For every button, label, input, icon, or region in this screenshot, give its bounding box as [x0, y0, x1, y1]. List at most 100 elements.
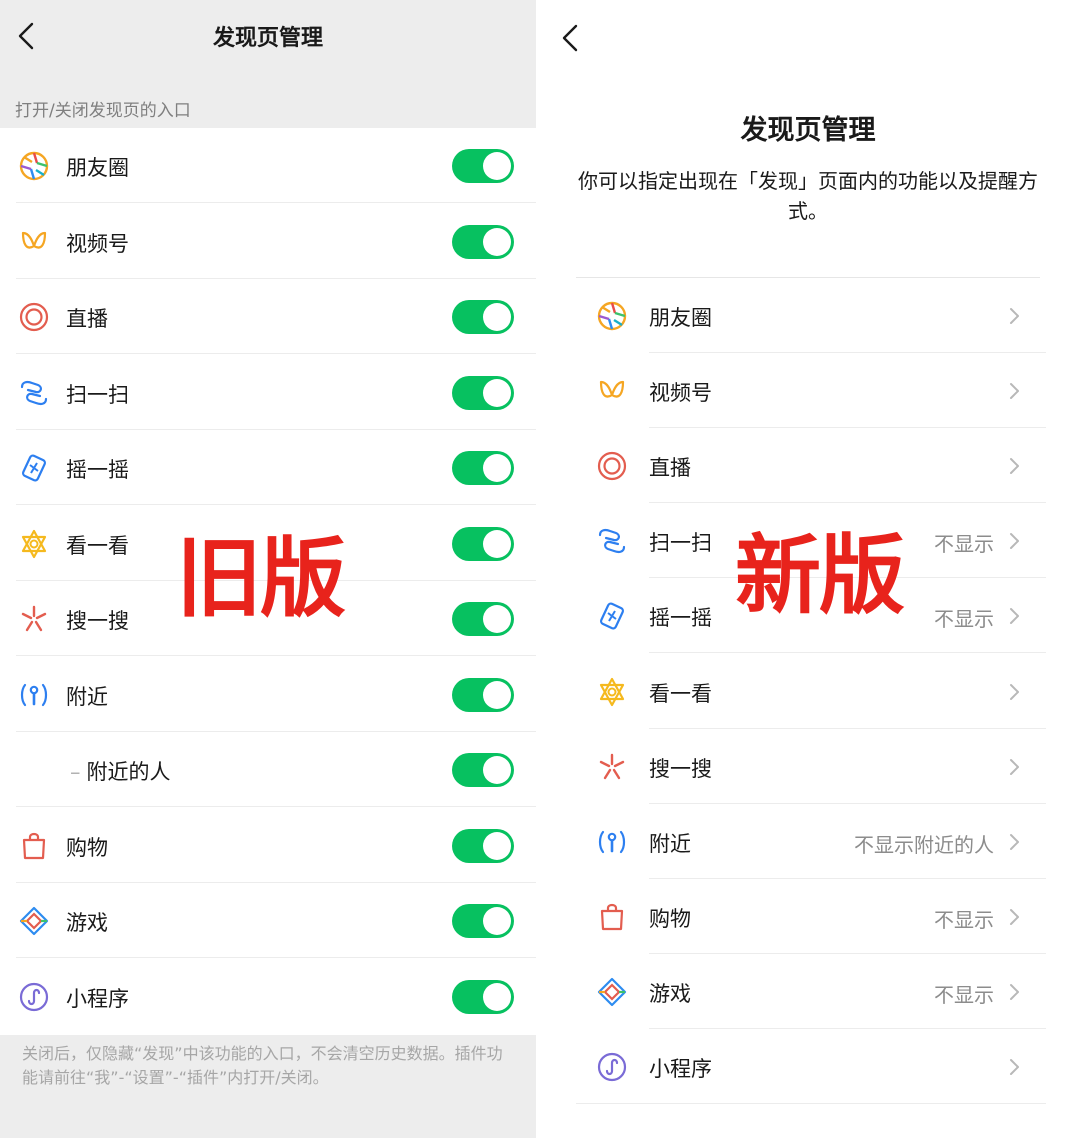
item-label: 看一看	[649, 681, 712, 706]
list-item[interactable]: 看一看	[536, 654, 1080, 729]
shopping-icon	[18, 830, 50, 862]
item-label-text: 摇一摇	[66, 458, 129, 482]
shake-icon	[18, 452, 50, 484]
toggle-switch[interactable]	[452, 979, 514, 1014]
item-label: 小程序	[66, 983, 129, 1013]
list-item[interactable]: 附近 不显示附近的人	[536, 804, 1080, 879]
section-label: 打开/关闭发现页的入口	[15, 101, 191, 121]
toggle-switch[interactable]	[452, 149, 514, 183]
item-label-text: 附近的人	[86, 760, 171, 784]
item-label: 朋友圈	[66, 152, 129, 182]
nearby-icon	[596, 826, 628, 858]
item-label: 购物	[649, 906, 691, 931]
toggle-switch[interactable]	[452, 602, 514, 636]
item-status: 不显示	[934, 607, 994, 632]
item-label-text: 视频号	[66, 231, 129, 256]
list-item[interactable]: 搜一搜	[536, 729, 1080, 804]
item-label-text: 朋友圈	[66, 156, 129, 180]
list-item: 游戏	[0, 883, 536, 958]
item-label-text: 游戏	[66, 911, 108, 935]
chevron-right-icon	[1006, 830, 1022, 854]
item-label-text: 扫一扫	[66, 382, 129, 407]
shake-icon	[596, 600, 628, 632]
live-icon	[596, 450, 628, 482]
scan-icon	[18, 377, 50, 409]
page-title: 发现页管理	[212, 26, 323, 51]
list-item: 购物	[0, 808, 536, 883]
item-status: 不显示	[934, 982, 994, 1007]
list-item: 摇一摇	[0, 430, 536, 505]
toggle-switch[interactable]	[452, 224, 514, 259]
chevron-right-icon	[1006, 680, 1022, 704]
toggle-switch[interactable]	[452, 375, 514, 410]
nav-bar: 发现页管理	[0, 0, 536, 72]
list-item: – 附近的人	[0, 732, 536, 807]
moments-icon	[18, 150, 50, 182]
live-icon	[18, 301, 50, 333]
chevron-right-icon	[1006, 905, 1022, 929]
item-label: 购物	[66, 832, 108, 862]
toggle-switch[interactable]	[452, 451, 514, 485]
toggle-knob	[483, 303, 511, 331]
list-item[interactable]: 购物 不显示	[536, 879, 1080, 954]
item-label-text: 购物	[66, 835, 108, 860]
moments-icon	[596, 300, 628, 332]
item-label: 附近	[649, 831, 691, 856]
toggle-switch[interactable]	[452, 753, 514, 787]
chevron-right-icon	[1006, 604, 1022, 628]
toggle-switch[interactable]	[452, 677, 514, 712]
item-label: 直播	[66, 303, 108, 333]
chevron-right-icon	[1006, 379, 1022, 403]
divider	[576, 1103, 1046, 1104]
list-item: 附近	[0, 657, 536, 732]
new-version-stamp: 新版	[735, 526, 905, 626]
item-label: 扫一扫	[649, 531, 712, 556]
chevron-right-icon	[1006, 454, 1022, 478]
toggle-knob	[483, 756, 511, 784]
games-icon	[18, 905, 50, 937]
toggle-switch[interactable]	[452, 828, 514, 863]
shopping-icon	[596, 901, 628, 933]
item-label: – 附近的人	[70, 756, 171, 786]
list-item: 小程序	[0, 959, 536, 1034]
item-label-text: 小程序	[66, 986, 129, 1011]
list-item[interactable]: 游戏 不显示	[536, 954, 1080, 1029]
item-label: 搜一搜	[66, 605, 129, 635]
nearby-icon	[18, 679, 50, 711]
item-label-text: 看一看	[66, 533, 129, 558]
item-status: 不显示附近的人	[854, 832, 994, 857]
page-description: 你可以指定出现在「发现」页面内的功能以及提醒方式。	[578, 169, 1038, 223]
list-item[interactable]: 视频号	[536, 353, 1080, 429]
chevron-right-icon	[1006, 304, 1022, 328]
toggle-knob	[483, 680, 511, 709]
toggle-switch[interactable]	[452, 526, 514, 561]
sub-item-prefix: –	[70, 760, 81, 784]
item-label-text: 搜一搜	[66, 609, 129, 633]
list-item[interactable]: 直播	[536, 428, 1080, 504]
toggle-switch[interactable]	[452, 904, 514, 938]
item-label: 摇一摇	[66, 454, 129, 484]
item-label: 视频号	[649, 381, 712, 406]
toggle-knob	[483, 378, 511, 407]
list-item[interactable]: 小程序	[536, 1029, 1080, 1104]
channels-icon	[18, 226, 50, 258]
item-label: 小程序	[649, 1057, 712, 1081]
toggle-knob	[483, 152, 511, 180]
item-label: 搜一搜	[649, 756, 712, 781]
toggle-knob	[483, 454, 511, 482]
chevron-right-icon	[1006, 1055, 1022, 1079]
old-version-stamp: 旧版	[176, 529, 346, 629]
item-label-text: 直播	[66, 307, 108, 331]
list-item: 视频号	[0, 204, 536, 279]
mini-programs-icon	[18, 981, 50, 1013]
back-button[interactable]	[556, 18, 586, 58]
item-label: 游戏	[649, 981, 691, 1006]
list-item[interactable]: 朋友圈	[536, 278, 1080, 353]
toggle-knob	[483, 831, 511, 860]
toggle-switch[interactable]	[452, 300, 514, 334]
search-icon	[596, 751, 628, 783]
list-item: 朋友圈	[0, 128, 536, 203]
item-label: 扫一扫	[66, 379, 129, 409]
item-label: 摇一摇	[649, 606, 712, 631]
item-label: 看一看	[66, 530, 129, 560]
